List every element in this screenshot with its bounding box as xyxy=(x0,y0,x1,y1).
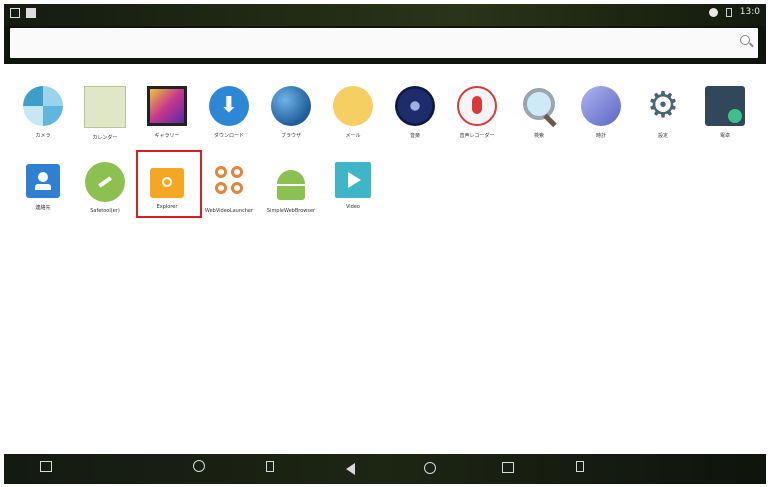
cluster-icon xyxy=(209,162,249,202)
app-label: Safetool(er) xyxy=(90,208,120,214)
app-contacts[interactable]: 連絡先 xyxy=(12,156,74,226)
app-label: 検索 xyxy=(533,133,544,139)
status-bar: 13:0 xyxy=(4,4,766,26)
volume-down-button[interactable] xyxy=(266,461,274,472)
play-icon xyxy=(335,162,371,198)
app-label: 連絡先 xyxy=(35,205,51,211)
speaker-high-icon xyxy=(576,461,584,472)
app-video[interactable]: Video xyxy=(322,156,384,226)
app-gallery[interactable]: ギャラリー xyxy=(136,80,198,150)
sd-card-icon xyxy=(26,8,36,18)
app-label: Video xyxy=(345,204,360,210)
home-button[interactable] xyxy=(424,462,436,474)
explorer-highlight-box xyxy=(136,150,202,218)
gallery-icon xyxy=(147,86,187,126)
search-icon[interactable] xyxy=(740,35,750,45)
notification-icon xyxy=(10,8,20,18)
magnifier-icon xyxy=(519,86,559,128)
recents-icon xyxy=(502,462,514,473)
calculator-icon xyxy=(705,86,745,126)
app-email[interactable]: メール xyxy=(322,80,384,150)
app-label: ダウンロード xyxy=(213,133,244,139)
app-download[interactable]: ⬇ ダウンロード xyxy=(198,80,260,150)
app-label: 電卓 xyxy=(719,133,730,139)
app-label: SimpleWebBrowser xyxy=(266,208,316,214)
alarm-icon xyxy=(708,7,718,17)
app-label: 音声レコーダー xyxy=(459,133,495,139)
screenshot-button[interactable] xyxy=(40,461,52,472)
globe-icon xyxy=(271,86,311,126)
app-camera[interactable]: カメラ xyxy=(12,80,74,150)
envelope-icon xyxy=(333,86,373,126)
screenshot-icon xyxy=(40,461,52,472)
calendar-icon xyxy=(84,86,126,128)
navigation-bar xyxy=(4,454,766,484)
clock-time: 13:0 xyxy=(739,7,760,17)
app-label: ブラウザ xyxy=(280,133,301,139)
app-label: WebVideoLauncher xyxy=(204,208,254,214)
app-label: 時計 xyxy=(595,133,606,139)
microphone-icon xyxy=(457,86,497,126)
app-search-bar[interactable] xyxy=(10,28,758,58)
app-settings[interactable]: ⚙ 設定 xyxy=(632,80,694,150)
app-music[interactable]: 音楽 xyxy=(384,80,446,150)
app-label: 音楽 xyxy=(409,133,420,139)
app-calendar[interactable]: カレンダー xyxy=(74,80,136,150)
power-button[interactable] xyxy=(193,460,205,472)
app-recorder[interactable]: 音声レコーダー xyxy=(446,80,508,150)
android-icon xyxy=(271,162,311,202)
camera-icon xyxy=(23,86,63,126)
app-search[interactable]: 検索 xyxy=(508,80,570,150)
gear-icon: ⚙ xyxy=(646,85,680,126)
android-wrench-icon xyxy=(85,162,125,202)
device-screen: 13:0 カメラ カレンダー ギャラリー ⬇ ダウンロード ブラウザ メール 音… xyxy=(4,4,766,484)
app-label: メール xyxy=(345,133,361,139)
app-label: ギャラリー xyxy=(154,133,180,139)
app-simpleweb[interactable]: SimpleWebBrowser xyxy=(260,156,322,226)
app-label: 設定 xyxy=(657,133,668,139)
battery-icon xyxy=(725,7,732,17)
contact-card-icon xyxy=(26,164,60,198)
volume-up-button[interactable] xyxy=(576,461,584,472)
cube-icon xyxy=(581,86,621,126)
app-clock[interactable]: 時計 xyxy=(570,80,632,150)
app-label: カメラ xyxy=(35,133,51,139)
back-button[interactable] xyxy=(346,463,355,475)
home-icon xyxy=(424,462,436,474)
back-icon xyxy=(346,463,355,475)
recents-button[interactable] xyxy=(502,462,514,473)
speaker-icon xyxy=(395,86,435,126)
speaker-low-icon xyxy=(266,461,274,472)
app-browser[interactable]: ブラウザ xyxy=(260,80,322,150)
power-icon xyxy=(193,460,205,472)
app-label: カレンダー xyxy=(92,135,118,141)
app-calculator[interactable]: 電卓 xyxy=(694,80,756,150)
app-webvideo[interactable]: WebVideoLauncher xyxy=(198,156,260,226)
app-drawer: カメラ カレンダー ギャラリー ⬇ ダウンロード ブラウザ メール 音楽 音声レ… xyxy=(4,64,766,454)
app-sdkmanager[interactable]: Safetool(er) xyxy=(74,156,136,226)
download-icon: ⬇ xyxy=(209,86,249,126)
